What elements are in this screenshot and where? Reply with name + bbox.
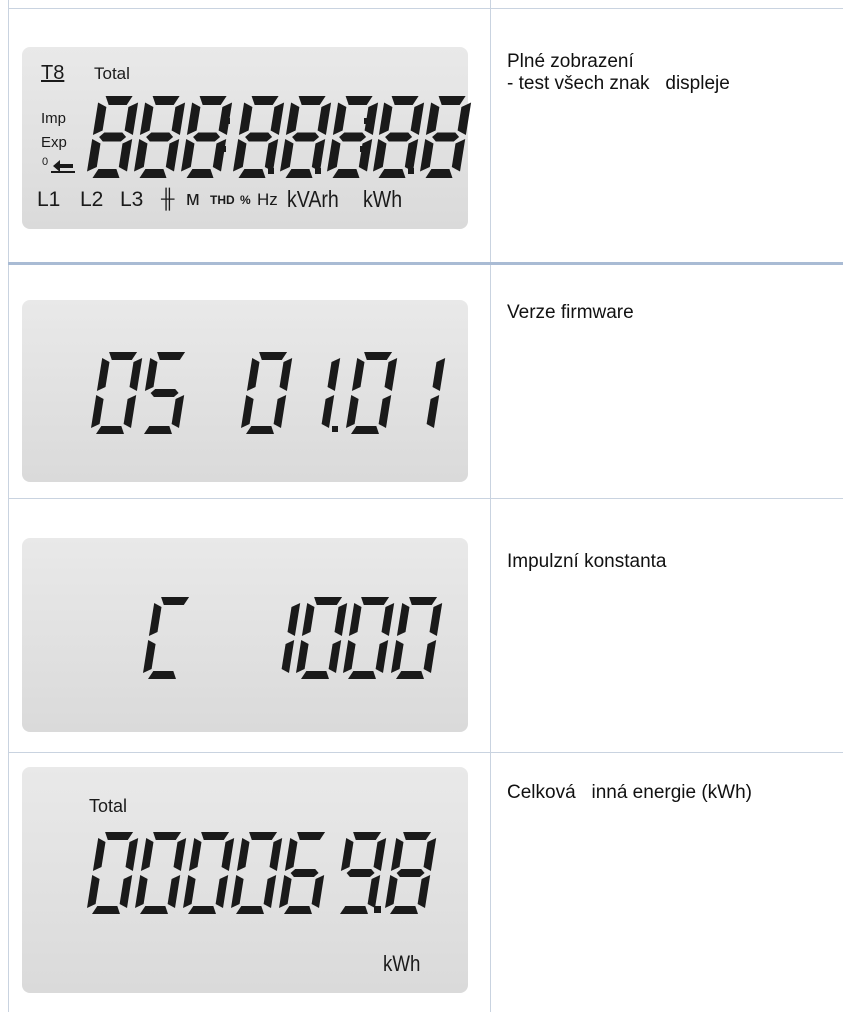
lcd-digit-segment xyxy=(215,875,229,908)
lcd-digit-segment xyxy=(236,906,264,914)
lcd-digit-segment xyxy=(284,838,298,871)
lcd-digit-segment xyxy=(221,838,235,871)
lcd-digit-segment xyxy=(297,832,326,840)
description-total-energy: Celková inná energie (kWh) xyxy=(507,782,752,803)
lcd-digit-segment xyxy=(201,832,230,840)
lcd-digit-segment xyxy=(87,875,100,908)
lcd-digit-segment xyxy=(188,906,216,914)
lcd-digit-segment xyxy=(346,869,375,877)
lcd-digit-segment xyxy=(119,875,133,908)
lcd-digit-segment xyxy=(279,875,292,908)
lcd-digit-segment xyxy=(390,838,404,871)
lcd-digit-segment xyxy=(353,832,382,840)
lcd-digit-segment xyxy=(135,875,148,908)
lcd-digit-segment xyxy=(396,869,425,877)
lcd-digit-segment xyxy=(284,906,312,914)
lcd-digit-segment xyxy=(417,875,431,908)
lcd-digit-segment xyxy=(140,838,154,871)
lcd-digit-segment xyxy=(311,875,325,908)
lcd-digit-segment xyxy=(249,832,278,840)
lcd-digit-segment xyxy=(390,906,418,914)
lcd-digit-segment xyxy=(125,838,139,871)
lcd-decimal-dot xyxy=(374,906,381,913)
lcd-digit-segment xyxy=(231,875,244,908)
lcd-digit-segment xyxy=(290,869,319,877)
lcd-digit-segment xyxy=(92,838,106,871)
lcd-digit-segment xyxy=(403,832,432,840)
lcd-digit-segment xyxy=(236,838,250,871)
lcd-digit-segment xyxy=(385,875,398,908)
lcd-digit-segment xyxy=(263,875,277,908)
lcd-unit-kwh: kWh xyxy=(383,951,421,976)
lcd-digit-segment xyxy=(105,832,134,840)
lcd-digit-segment xyxy=(167,875,181,908)
lcd-digit-segment xyxy=(269,838,283,871)
lcd-digit-segment xyxy=(340,838,354,871)
lcd-digit-segment xyxy=(423,838,437,871)
lcd-digit-segment xyxy=(367,875,381,908)
lcd-digit-segment xyxy=(188,838,202,871)
lcd-digit-segment xyxy=(183,875,196,908)
lcd-digit-segment xyxy=(340,906,368,914)
lcd-digit-segment xyxy=(153,832,182,840)
lcd-digit-segment xyxy=(173,838,187,871)
lcd-digit-segment xyxy=(140,906,168,914)
lcd-digits-total-energy xyxy=(87,832,437,914)
lcd-digit-segment xyxy=(373,838,387,871)
lcd-digit-segment xyxy=(92,906,120,914)
